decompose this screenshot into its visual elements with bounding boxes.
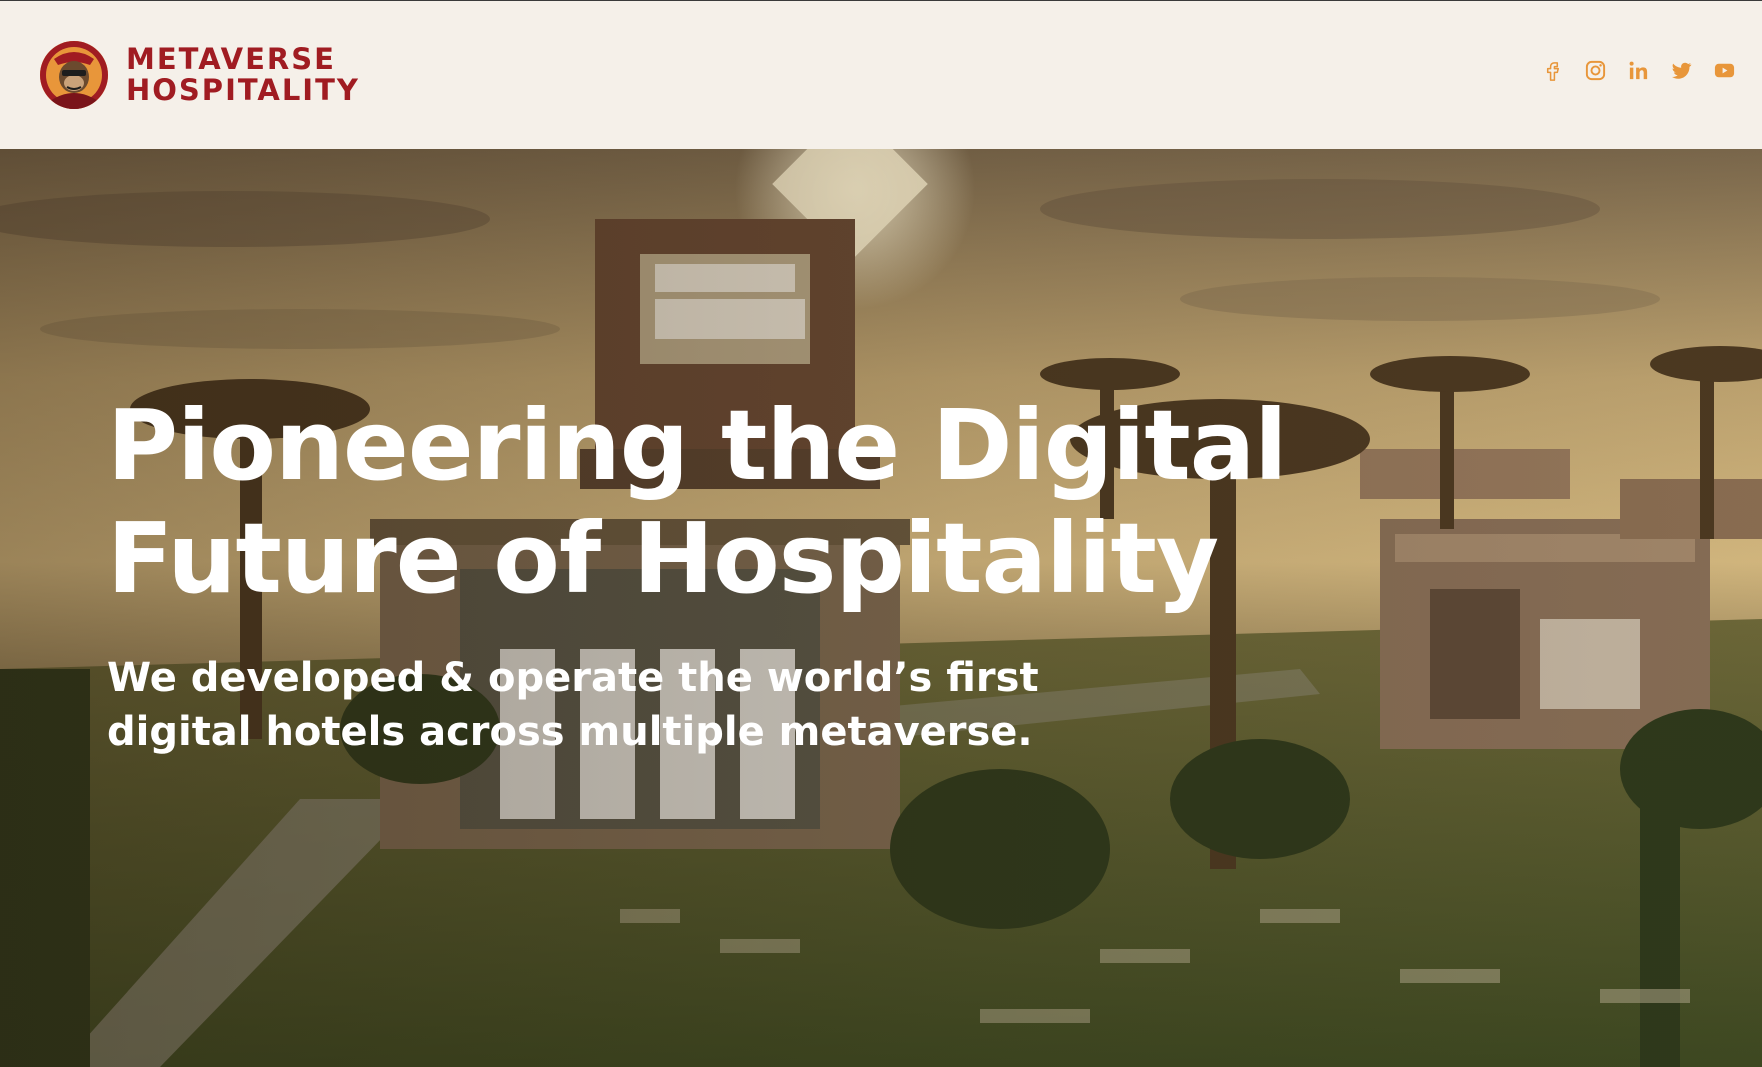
brand-line-1: METAVERSE [126,42,336,76]
youtube-icon[interactable] [1713,59,1736,82]
hero-text-block: Pioneering the Digital Future of Hospita… [107,389,1307,759]
hero-title-line-1: Pioneering the Digital [107,389,1287,502]
ape-mascot-logo-icon [40,41,108,109]
hero-subtitle-line-2: digital hotels across multiple metaverse… [107,709,1033,755]
twitter-icon[interactable] [1670,59,1693,82]
hero-subtitle: We developed & operate the world’s first… [107,651,1307,759]
brand-wordmark: METAVERSE HOSPITALITY [126,45,360,105]
page: METAVERSE HOSPITALITY Pioneering the Dig… [0,0,1762,1067]
brand-logo[interactable]: METAVERSE HOSPITALITY [40,41,360,109]
hero-title-line-2: Future of Hospitality [107,502,1219,615]
facebook-icon[interactable] [1541,59,1564,82]
site-header: METAVERSE HOSPITALITY [0,0,1762,149]
social-links [1541,59,1736,82]
brand-line-2: HOSPITALITY [126,73,360,107]
hero-title: Pioneering the Digital Future of Hospita… [107,389,1307,615]
hero-section: Pioneering the Digital Future of Hospita… [0,149,1762,1067]
instagram-icon[interactable] [1584,59,1607,82]
hero-subtitle-line-1: We developed & operate the world’s first [107,655,1039,701]
linkedin-icon[interactable] [1627,59,1650,82]
